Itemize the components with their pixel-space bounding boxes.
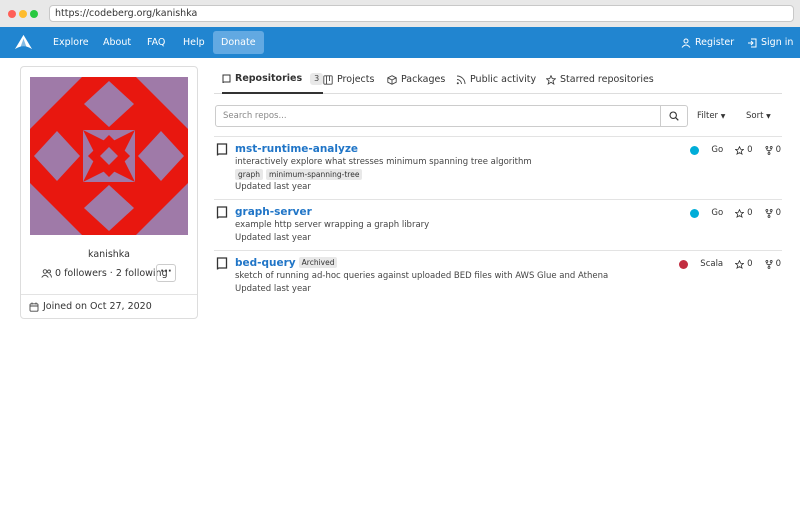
tab-starred-label: Starred repositories: [560, 74, 654, 85]
filter-label: Filter: [697, 111, 719, 121]
repo-forks[interactable]: 0: [776, 259, 781, 269]
calendar-icon: [29, 302, 39, 312]
star-icon[interactable]: [735, 259, 745, 269]
search-button[interactable]: [661, 105, 688, 127]
rss-icon: [456, 75, 466, 85]
repo-language: Go: [711, 145, 724, 155]
follow-stats[interactable]: 0 followers · 2 following: [41, 268, 168, 279]
nav-explore[interactable]: Explore: [53, 27, 89, 58]
repo-name-link[interactable]: bed-query: [235, 257, 296, 269]
language-color-dot: [690, 208, 700, 218]
repo-meta: Go 0 0: [690, 208, 781, 218]
repo-updated: Updated last year: [235, 233, 311, 243]
repo-description: interactively explore what stresses mini…: [235, 157, 532, 167]
fork-icon[interactable]: [765, 259, 773, 269]
repo-stars[interactable]: 0: [747, 145, 752, 155]
language-color-dot: [679, 259, 689, 269]
tab-projects[interactable]: Projects: [323, 66, 374, 94]
repo-meta: Scala 0 0: [679, 259, 781, 269]
repo-stars[interactable]: 0: [747, 259, 752, 269]
register-label: Register: [695, 37, 735, 48]
topic-tag[interactable]: graph: [235, 169, 263, 180]
follow-text: 0 followers · 2 following: [55, 268, 168, 279]
search-icon: [669, 111, 679, 121]
sign-in-icon: [748, 38, 757, 47]
address-bar[interactable]: https://codeberg.org/kanishka: [49, 5, 794, 22]
joined-text: Joined on Oct 27, 2020: [43, 301, 152, 312]
nav-help[interactable]: Help: [183, 27, 205, 58]
repo-search-input[interactable]: Search repos...: [215, 105, 661, 127]
project-icon: [323, 75, 333, 85]
person-icon: [681, 38, 691, 48]
repo-stars[interactable]: 0: [747, 208, 752, 218]
tab-public-activity-label: Public activity: [470, 74, 537, 85]
fork-icon[interactable]: [765, 145, 773, 155]
nav-faq[interactable]: FAQ: [147, 27, 165, 58]
repo-icon: [216, 206, 228, 219]
tab-packages[interactable]: Packages: [387, 66, 445, 94]
tab-repositories-label: Repositories: [235, 73, 303, 84]
nav-donate-button[interactable]: Donate: [213, 31, 264, 54]
codeberg-logo-icon[interactable]: [14, 33, 33, 52]
sort-dropdown[interactable]: Sort ▼: [746, 105, 771, 127]
repo-meta: Go 0 0: [690, 145, 781, 155]
signin-link[interactable]: Sign in: [747, 27, 793, 58]
filter-dropdown[interactable]: Filter ▼: [697, 105, 725, 127]
tab-projects-label: Projects: [337, 74, 375, 85]
card-divider: [21, 294, 197, 295]
profile-tabs: Repositories 3 Projects Packages Public …: [214, 66, 782, 94]
more-options-button[interactable]: ···: [156, 264, 176, 282]
profile-card: kanishka 0 followers · 2 following ··· J…: [20, 66, 198, 319]
archived-badge: Archived: [298, 257, 338, 268]
language-color-dot: [690, 145, 700, 155]
tab-public-activity[interactable]: Public activity: [456, 66, 536, 94]
repo-language: Go: [711, 208, 724, 218]
repo-icon: [216, 257, 228, 270]
repo-link-mst-runtime-analyze[interactable]: mst-runtime-analyze: [235, 143, 358, 155]
sort-label: Sort: [746, 111, 764, 121]
browser-chrome: https://codeberg.org/kanishka: [0, 0, 800, 27]
repo-count-badge: 3: [310, 73, 324, 85]
repo-updated: Updated last year: [235, 182, 311, 192]
maximize-window-button[interactable]: [30, 10, 38, 18]
tab-repositories[interactable]: Repositories 3: [222, 66, 324, 94]
profile-username: kanishka: [88, 249, 130, 260]
list-divider: [214, 250, 782, 251]
tab-starred[interactable]: Starred repositories: [546, 66, 654, 94]
caret-down-icon: ▼: [766, 113, 771, 120]
fork-icon[interactable]: [765, 208, 773, 218]
repo-description: example http server wrapping a graph lib…: [235, 220, 430, 230]
topic-tag[interactable]: minimum-spanning-tree: [265, 169, 363, 180]
repo-link-bed-query: bed-query Archived: [235, 257, 338, 269]
repo-icon: [222, 74, 231, 84]
repo-forks[interactable]: 0: [776, 208, 781, 218]
star-icon[interactable]: [735, 145, 745, 155]
joined-date: Joined on Oct 27, 2020: [29, 301, 152, 312]
star-icon: [546, 75, 556, 85]
register-link[interactable]: Register: [681, 27, 734, 58]
nav-about[interactable]: About: [103, 27, 131, 58]
avatar[interactable]: [30, 77, 188, 235]
repo-forks[interactable]: 0: [776, 145, 781, 155]
profile-page: kanishka 0 followers · 2 following ··· J…: [0, 58, 800, 528]
caret-down-icon: ▼: [720, 113, 726, 120]
top-navbar: Explore About FAQ Help Donate Register S…: [0, 27, 800, 58]
repo-link-graph-server[interactable]: graph-server: [235, 206, 312, 218]
tab-packages-label: Packages: [401, 74, 446, 85]
signin-label: Sign in: [761, 37, 794, 48]
people-icon: [41, 269, 52, 278]
list-divider: [214, 199, 782, 200]
repo-topics: graph minimum-spanning-tree: [235, 169, 363, 180]
repo-updated: Updated last year: [235, 284, 311, 294]
repo-description: sketch of running ad-hoc queries against…: [235, 271, 609, 281]
package-icon: [387, 75, 397, 85]
close-window-button[interactable]: [8, 10, 16, 18]
repo-language: Scala: [700, 259, 724, 269]
repo-icon: [216, 143, 228, 156]
list-divider: [214, 136, 782, 137]
star-icon[interactable]: [735, 208, 745, 218]
minimize-window-button[interactable]: [19, 10, 27, 18]
